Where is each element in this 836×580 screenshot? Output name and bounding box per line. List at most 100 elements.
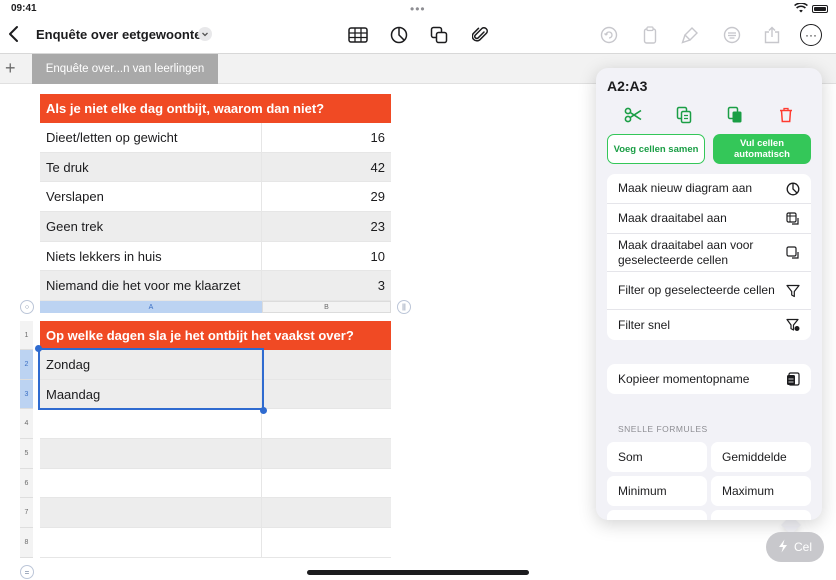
cell-label[interactable]: Verslapen	[40, 182, 262, 212]
row-header[interactable]: 3	[20, 379, 33, 410]
cell-value[interactable]: 3	[262, 271, 391, 300]
merge-cells-button[interactable]: Voeg cellen samen	[607, 134, 705, 164]
cell-value[interactable]: 10	[262, 242, 391, 271]
table-row[interactable]: Te druk 42	[40, 152, 391, 183]
sheet-tab-survey[interactable]: Enquête over...n van leerlingen	[32, 54, 218, 84]
formula-more-button[interactable]	[607, 510, 707, 520]
table-days-header[interactable]: Op welke dagen sla je het ontbijt het va…	[40, 321, 391, 350]
selection-handle-top[interactable]	[35, 345, 42, 352]
formula-maximum-button[interactable]: Maximum	[711, 476, 811, 506]
cell-label[interactable]: Te druk	[40, 152, 262, 182]
cell-button-label: Cel	[793, 540, 812, 554]
cell-value[interactable]	[262, 409, 391, 438]
table-row[interactable]: Verslapen 29	[40, 182, 391, 213]
cell-label[interactable]	[40, 498, 262, 528]
cell-label[interactable]: Niets lekkers in huis	[40, 241, 262, 271]
formula-minimum-button[interactable]: Minimum	[607, 476, 707, 506]
format-lines-icon[interactable]	[721, 24, 743, 46]
table-row[interactable]	[40, 498, 391, 529]
table-reasons-header[interactable]: Als je niet elke dag ontbijt, waarom dan…	[40, 94, 391, 123]
selection-handle-bottom[interactable]	[260, 407, 267, 414]
cell-label[interactable]	[40, 439, 262, 468]
row-header[interactable]: 1	[20, 321, 33, 350]
table-row[interactable]	[40, 528, 391, 558]
add-column-handle-icon[interactable]: ||	[397, 300, 411, 314]
column-header-b[interactable]: B	[262, 301, 391, 313]
cell-value[interactable]: 29	[262, 182, 391, 211]
table-row[interactable]	[40, 468, 391, 499]
document-title[interactable]: Enquête over eetgewoonten	[36, 27, 209, 42]
menu-item-pivot-selection[interactable]: Maak draaitabel aan voor geselecteerde c…	[607, 234, 811, 272]
format-brush-icon[interactable]	[679, 24, 701, 46]
home-indicator[interactable]	[307, 570, 529, 575]
share-icon[interactable]	[761, 24, 783, 46]
cell-value[interactable]	[262, 380, 391, 409]
paste-clipboard-icon[interactable]	[639, 24, 661, 46]
wifi-icon	[794, 2, 808, 16]
cell-lightning-button[interactable]: Cel	[766, 532, 824, 562]
cell-label[interactable]: Dieet/letten op gewicht	[40, 123, 262, 152]
table-row[interactable]	[40, 409, 391, 440]
table-select-handle-icon[interactable]: ○	[20, 300, 34, 314]
more-options-icon[interactable]: ···	[800, 24, 822, 46]
menu-item-filter-selection[interactable]: Filter op geselecteerde cellen	[607, 272, 811, 310]
cell-value[interactable]: 23	[262, 212, 391, 241]
cut-scissors-icon[interactable]	[622, 104, 644, 126]
table-row[interactable]: Dieet/letten op gewicht 16	[40, 123, 391, 153]
row-header[interactable]: 6	[20, 468, 33, 499]
table-reasons[interactable]: Als je niet elke dag ontbijt, waarom dan…	[40, 94, 391, 302]
column-header-a[interactable]: A	[40, 301, 262, 313]
add-row-handle-icon[interactable]: =	[20, 565, 34, 579]
menu-item-pivot-table[interactable]: Maak draaitabel aan	[607, 204, 811, 234]
chart-icon[interactable]	[388, 24, 410, 46]
row-header[interactable]: 4	[20, 409, 33, 440]
title-chevron-down-icon[interactable]	[198, 27, 212, 41]
quick-formulas-label: SNELLE FORMULES	[618, 424, 708, 434]
table-row[interactable]: Geen trek 23	[40, 212, 391, 242]
row-header[interactable]: 5	[20, 439, 33, 469]
cell-value[interactable]	[262, 350, 391, 379]
menu-item-copy-snapshot[interactable]: Kopieer momentopname	[607, 364, 811, 394]
cell-label[interactable]: Geen trek	[40, 212, 262, 241]
column-header-bar: A B	[40, 301, 391, 313]
cell-label[interactable]	[40, 468, 262, 498]
battery-icon	[812, 5, 828, 13]
formula-more-button[interactable]	[711, 510, 811, 520]
table-icon[interactable]	[347, 24, 369, 46]
row-header[interactable]: 8	[20, 528, 33, 558]
row-header[interactable]: 2	[20, 350, 33, 380]
shapes-icon[interactable]	[428, 24, 450, 46]
cell-value[interactable]	[262, 469, 391, 498]
row-header-bar: 1 2 3 4 5 6 7 8	[20, 321, 33, 558]
undo-icon[interactable]	[598, 24, 620, 46]
quick-filter-icon	[785, 317, 801, 333]
menu-item-new-chart[interactable]: Maak nieuw diagram aan	[607, 174, 811, 204]
cell-value[interactable]: 42	[262, 153, 391, 182]
menu-item-label: Filter snel	[618, 317, 671, 332]
table-row[interactable]: Niemand die het voor me klaarzet 3	[40, 271, 391, 302]
multitasking-dots-icon[interactable]: •••	[410, 2, 426, 16]
formula-average-button[interactable]: Gemiddelde	[711, 442, 811, 472]
cell-value[interactable]	[262, 528, 391, 557]
cell-value[interactable]: 16	[262, 123, 391, 152]
formula-sum-button[interactable]: Som	[607, 442, 707, 472]
cell-value[interactable]	[262, 439, 391, 468]
snapshot-icon	[785, 371, 801, 387]
add-sheet-plus-icon[interactable]: +	[5, 58, 16, 79]
cell-label[interactable]	[40, 409, 262, 439]
row-header[interactable]: 7	[20, 498, 33, 529]
paperclip-icon[interactable]	[469, 24, 491, 46]
table-row[interactable]	[40, 439, 391, 469]
autofill-cells-button[interactable]: Vul cellen automatisch	[713, 134, 811, 164]
cell-value[interactable]	[262, 498, 391, 527]
back-chevron-icon[interactable]	[6, 24, 24, 44]
copy-icon[interactable]	[673, 104, 695, 126]
table-row[interactable]: Niets lekkers in huis 10	[40, 241, 391, 272]
cell-label[interactable]	[40, 528, 262, 557]
lightning-icon	[778, 539, 788, 556]
pivot-selection-icon	[785, 245, 801, 261]
delete-trash-icon[interactable]	[775, 104, 797, 126]
paste-icon[interactable]	[724, 104, 746, 126]
cell-label[interactable]: Niemand die het voor me klaarzet	[40, 271, 262, 301]
menu-item-quick-filter[interactable]: Filter snel	[607, 310, 811, 340]
